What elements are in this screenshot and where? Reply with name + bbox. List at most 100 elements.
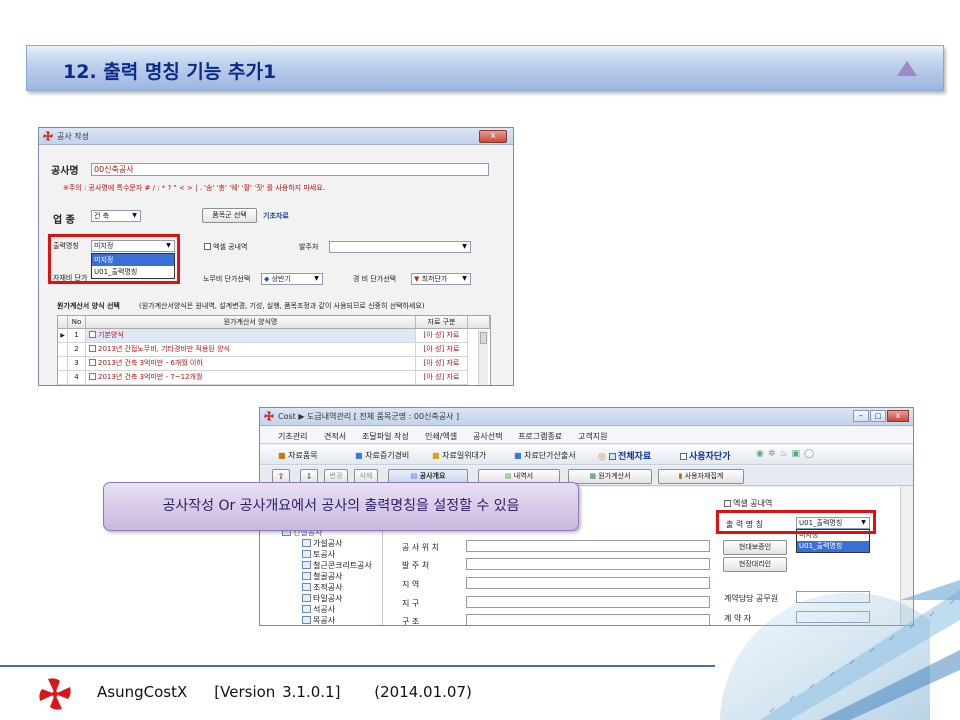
grid-header-name[interactable]: 원가계산서 양식명 (86, 316, 416, 329)
app-logo-icon (43, 131, 53, 141)
dropdown-arrow-icon: ▼ (314, 275, 319, 282)
field-label-orderer: 발 주 처 (402, 561, 430, 570)
folder-icon (302, 594, 311, 602)
row-pointer-icon: ▶ (58, 329, 68, 343)
dialog-title: 공사 작성 (57, 132, 89, 141)
user-price-check[interactable]: 사용자단가 (680, 449, 730, 462)
ruler-decoration-icon (720, 580, 960, 720)
row-icon (89, 331, 96, 338)
category-select[interactable]: 건 축 ▼ (91, 210, 141, 222)
slide: 12. 출력 명칭 기능 추가1 공사 작성 x 공사명 00신축공사 ※주의 … (0, 0, 960, 720)
dropdown-arrow-icon: ▼ (462, 275, 467, 282)
district-input[interactable] (466, 596, 710, 608)
tab-materials[interactable]: ▮ 사용자재집계 (658, 469, 744, 484)
folder-icon: ■ (278, 451, 286, 460)
row-icon (89, 373, 96, 380)
folder-icon (302, 572, 311, 580)
grid-header-no[interactable]: No (68, 316, 86, 329)
menu-exit[interactable]: 프로그램종료 (518, 431, 562, 442)
location-input[interactable] (466, 540, 710, 552)
toolbar-price-calc[interactable]: ■ 자료단가산출서 (514, 450, 576, 461)
project-name-input[interactable]: 00신축공사 (91, 163, 489, 176)
toolbar-extra-icons[interactable]: ◉✲♨▣◯ (756, 449, 818, 459)
app-title: Cost ▶ 도급내역관리 [ 전체 품목군명 : 00신축공사 ] (278, 412, 460, 421)
sheet-icon: ▦ (589, 472, 597, 480)
output-option-selected[interactable]: U01_출력명칭 (797, 541, 869, 552)
menu-print-excel[interactable]: 인쇄/엑셀 (425, 431, 457, 442)
all-data-check[interactable]: ◎ 전체자료 (598, 449, 651, 462)
app-titlebar: Cost ▶ 도급내역관리 [ 전체 품목군명 : 00신축공사 ] – □ x (260, 408, 913, 426)
tool-icon: ■ (355, 451, 363, 460)
category-label: 업 종 (53, 215, 75, 226)
dropdown-arrow-icon: ▼ (132, 212, 137, 219)
project-create-dialog: 공사 작성 x 공사명 00신축공사 ※주의 : 공사명에 특수문자 # / :… (38, 127, 514, 386)
refresh-icon: ◎ (598, 452, 606, 462)
folder-icon (302, 583, 311, 591)
toolbar-items[interactable]: ■ 자료품목 (278, 450, 318, 461)
tool-icon: ■ (514, 451, 522, 460)
toolbar-unit-cost[interactable]: ■ 자료일위대가 (432, 450, 486, 461)
triangle-up-icon[interactable] (897, 61, 917, 76)
slide-title-bar: 12. 출력 명칭 기능 추가1 (26, 45, 944, 91)
close-icon[interactable]: x (887, 410, 909, 422)
expense-price-select[interactable]: ▼ 최저단가 ▼ (411, 273, 471, 285)
notice-text: ※주의 : 공사명에 특수문자 # / : * ? " < > | . '송' … (63, 184, 325, 192)
checkbox[interactable] (724, 500, 731, 507)
basic-data-link[interactable]: 기초자료 (263, 211, 289, 221)
project-name-label: 공사명 (51, 166, 79, 177)
menu-procurement[interactable]: 조달파일 작성 (362, 431, 409, 442)
menu-support[interactable]: 고객지원 (578, 431, 607, 442)
menu-bar: 기초관리 견적서 조달파일 작성 인쇄/엑셀 공사선택 프로그램종료 고객지원 (260, 426, 913, 444)
maximize-icon[interactable]: □ (870, 410, 886, 422)
menu-estimate[interactable]: 견적서 (324, 431, 346, 442)
tree-item[interactable]: 타일공사 (302, 593, 342, 604)
grid-header-type[interactable]: 자료 구분 (416, 316, 468, 329)
section-title: 원가계산서 양식 선택 (57, 302, 120, 310)
slide-title: 12. 출력 명칭 기능 추가1 (63, 61, 277, 83)
folder-icon (302, 550, 311, 558)
tree-item[interactable]: 토공사 (302, 549, 335, 560)
company-logo-icon (39, 678, 71, 710)
menu-basic[interactable]: 기초관리 (278, 431, 307, 442)
cost-form-grid: No 원가계산서 양식명 자료 구분 ▶ 1 기본양식 [아 성] 자료 2 2… (57, 315, 491, 385)
labor-price-select[interactable]: ◆ 상반기 ▼ (261, 273, 323, 285)
folder-icon (302, 605, 311, 613)
orderer-input[interactable] (466, 558, 710, 570)
excel-check[interactable]: 엑셀 공내역 (204, 242, 247, 252)
menu-select-project[interactable]: 공사선택 (473, 431, 502, 442)
guarantor-button[interactable]: 현대보증인 (723, 540, 787, 555)
tree-item[interactable]: 철근콘크리트공사 (302, 560, 372, 571)
structure-input[interactable] (466, 614, 710, 625)
toolbar: ■ 자료품목 ■ 자료증기경비 ■ 자료일위대가 ■ 자료단가산출서 ◎ 전체자… (260, 445, 913, 465)
dialog-titlebar: 공사 작성 x (39, 128, 513, 145)
footer-divider (0, 665, 715, 667)
field-label-location: 공 사 위 치 (402, 543, 440, 552)
tree-item[interactable]: 철골공사 (302, 571, 342, 582)
select-item-group-button[interactable]: 품목군 선택 (202, 208, 257, 223)
dialog-body: 공사명 00신축공사 ※주의 : 공사명에 특수문자 # / : * ? " <… (39, 145, 513, 385)
minimize-icon[interactable]: – (853, 410, 869, 422)
document-icon: ▤ (504, 472, 512, 480)
orderer-select[interactable]: ▼ (329, 241, 471, 253)
toolbar-expense[interactable]: ■ 자료증기경비 (355, 450, 409, 461)
callout-note: 공사작성 Or 공사개요에서 공사의 출력명칭을 설정할 수 있음 (103, 482, 579, 531)
region-input[interactable] (466, 577, 710, 589)
tree-item[interactable]: 가설공사 (302, 538, 342, 549)
folder-icon (302, 561, 311, 569)
chart-icon: ▮ (678, 472, 683, 480)
section-note: (원가계산서양식은 원내역, 설계변경, 기성, 실행, 품목조정과 같이 사용… (139, 302, 425, 310)
close-button[interactable]: x (479, 130, 507, 143)
expense-price-label: 경 비 단가선택 (353, 275, 397, 283)
tree-item[interactable]: 석공사 (302, 604, 335, 615)
checkbox[interactable] (204, 243, 211, 250)
footer-version: AsungCostX [Version 3.1.0.1] (2014.01.07… (97, 683, 472, 701)
tab-cost-sheet[interactable]: ▦ 원가계산서 (568, 469, 652, 484)
tree-item[interactable]: 조적공사 (302, 582, 342, 593)
field-label-region: 지 역 (402, 580, 420, 589)
tree-item[interactable]: 목공사 (302, 615, 335, 625)
document-icon: ▤ (410, 472, 418, 480)
excel-check[interactable]: 엑셀 공내역 (724, 498, 772, 509)
dropdown-arrow-icon: ▼ (462, 243, 467, 250)
grid-scrollbar[interactable] (478, 330, 488, 385)
material-price-label: 자재비 단가 (53, 274, 88, 282)
